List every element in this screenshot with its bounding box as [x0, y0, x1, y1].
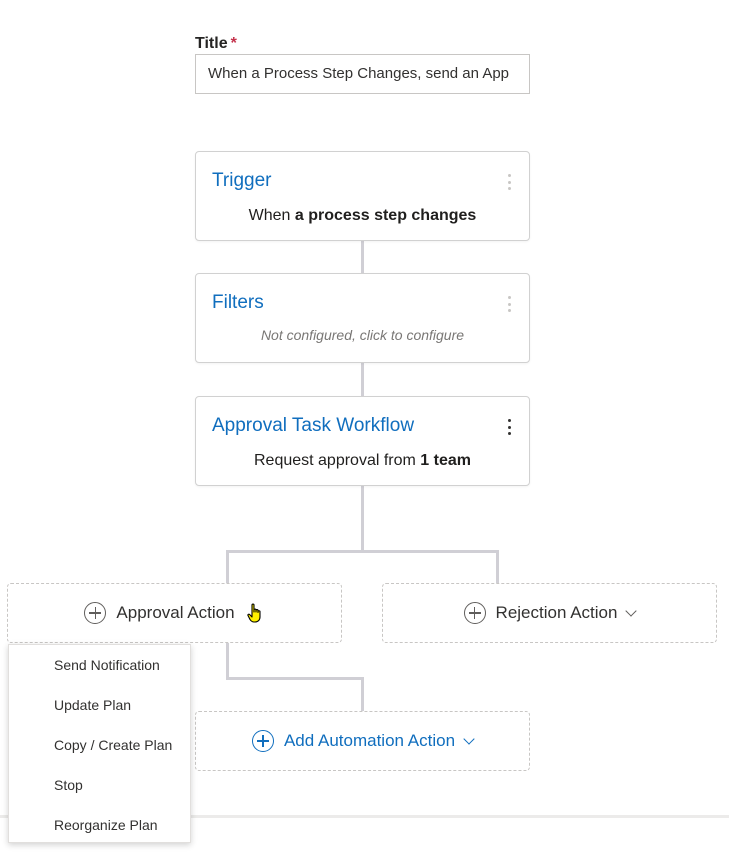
connector-branch-horizontal: [226, 550, 499, 553]
add-circle-icon: [84, 602, 107, 624]
chevron-down-icon: [625, 604, 638, 617]
filters-card[interactable]: Filters Not configured, click to configu…: [195, 273, 530, 363]
approval-action-label: Approval Action: [116, 603, 235, 622]
connector-workflow-split: [361, 486, 364, 551]
title-input-value: When a Process Step Changes, send an App: [208, 65, 510, 82]
approval-workflow-description-bold: 1 team: [420, 452, 471, 469]
trigger-more-icon[interactable]: [507, 174, 511, 190]
trigger-description: When a process step changes: [196, 207, 529, 225]
trigger-card[interactable]: Trigger When a process step changes: [195, 151, 530, 241]
connector-approval-down: [226, 642, 229, 679]
title-label-text: Title: [195, 35, 228, 52]
connector-filters-workflow: [361, 362, 364, 396]
menu-item-copy-create-plan[interactable]: Copy / Create Plan: [9, 725, 190, 765]
approval-workflow-title: Approval Task Workflow: [212, 415, 415, 436]
add-circle-icon: [251, 730, 274, 752]
approval-workflow-description-prefix: Request approval from: [253, 452, 421, 469]
filters-more-icon[interactable]: [507, 296, 511, 312]
connector-trigger-filters: [361, 240, 364, 273]
menu-item-reorganize-plan[interactable]: Reorganize Plan: [9, 805, 190, 845]
connector-branch-right: [496, 550, 499, 584]
connector-branch-left: [226, 550, 229, 584]
connector-merge-down: [361, 677, 364, 712]
add-automation-action-button[interactable]: Add Automation Action: [195, 711, 530, 771]
rejection-action-button[interactable]: Rejection Action: [382, 583, 717, 643]
rejection-action-label: Rejection Action: [495, 603, 618, 622]
menu-item-update-plan[interactable]: Update Plan: [9, 685, 190, 725]
title-label: Title *: [195, 35, 237, 53]
approval-action-menu: Send Notification Update Plan Copy / Cre…: [8, 644, 191, 843]
filters-status: Not configured, click to configure: [260, 327, 465, 343]
menu-item-stop[interactable]: Stop: [9, 765, 190, 805]
filters-title: Filters: [212, 292, 264, 313]
connector-merge-horizontal: [226, 677, 364, 680]
approval-workflow-card[interactable]: Approval Task Workflow Request approval …: [195, 396, 530, 486]
approval-workflow-more-icon[interactable]: [507, 419, 511, 435]
add-automation-action-label: Add Automation Action: [283, 731, 456, 750]
approval-action-button[interactable]: Approval Action: [7, 583, 342, 643]
title-input[interactable]: When a Process Step Changes, send an App: [195, 54, 530, 94]
menu-item-send-notification[interactable]: Send Notification: [9, 645, 190, 685]
trigger-description-prefix: When: [248, 207, 295, 224]
trigger-description-bold: a process step changes: [294, 207, 477, 224]
add-circle-icon: [463, 602, 486, 624]
trigger-title: Trigger: [212, 170, 272, 191]
required-marker: *: [230, 35, 237, 52]
pointer-cursor-icon: [246, 602, 265, 624]
chevron-down-icon: [463, 732, 475, 745]
approval-workflow-description: Request approval from 1 team: [196, 452, 529, 470]
